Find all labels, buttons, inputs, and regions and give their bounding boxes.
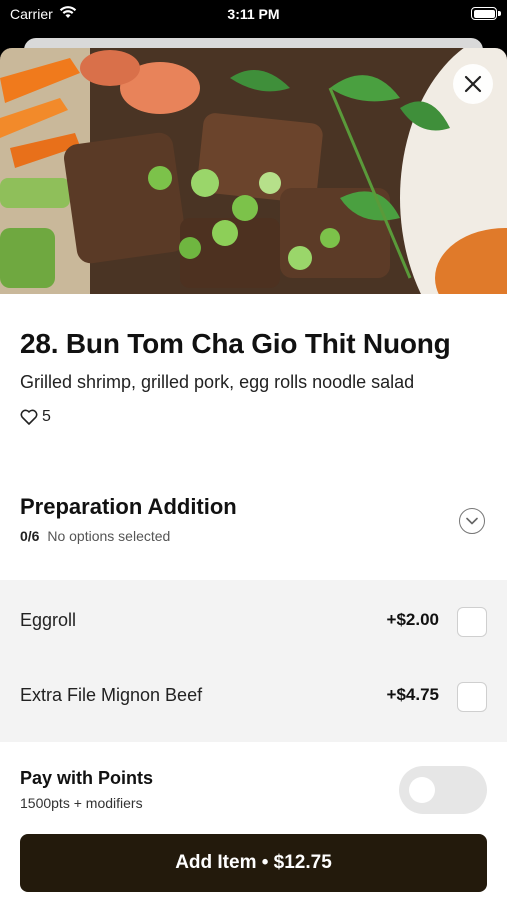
status-bar: Carrier 3:11 PM xyxy=(0,0,507,32)
preparation-title: Preparation Addition xyxy=(20,494,237,519)
status-time: 3:11 PM xyxy=(227,6,280,22)
option-price: +$4.75 xyxy=(386,685,439,704)
pay-with-points-title: Pay with Points xyxy=(20,768,154,788)
close-icon xyxy=(464,75,482,93)
collapse-preparation-button[interactable] xyxy=(459,508,485,534)
toggle-knob xyxy=(409,777,435,803)
option-checkbox[interactable] xyxy=(457,607,487,637)
food-photo-icon xyxy=(0,48,507,294)
preparation-status: 0/6 No options selected xyxy=(20,528,170,544)
option-row-eggroll[interactable]: Eggroll +$2.00 xyxy=(0,586,507,656)
option-name: Eggroll xyxy=(20,610,77,630)
item-detail-sheet: 28. Bun Tom Cha Gio Thit Nuong Grilled s… xyxy=(0,48,507,900)
preparation-status-text: No options selected xyxy=(47,528,171,544)
add-item-button[interactable]: Add Item • $12.75 xyxy=(20,834,487,892)
chevron-down-icon xyxy=(466,517,478,525)
close-button[interactable] xyxy=(453,64,493,104)
option-row-extra-filet-mignon[interactable]: Extra File Mignon Beef +$4.75 xyxy=(0,661,507,731)
option-name: Extra File Mignon Beef xyxy=(20,685,203,705)
item-hero-image xyxy=(0,48,507,294)
pay-with-points-subtitle: 1500pts + modifiers xyxy=(20,795,143,811)
item-title: 28. Bun Tom Cha Gio Thit Nuong xyxy=(20,328,451,359)
item-description: Grilled shrimp, grilled pork, egg rolls … xyxy=(20,372,415,392)
preparation-options-list: Eggroll +$2.00 Extra File Mignon Beef +$… xyxy=(0,580,507,742)
pay-with-points-toggle[interactable] xyxy=(399,766,487,814)
likes-button[interactable]: 5 xyxy=(20,408,51,426)
battery-icon xyxy=(471,7,501,20)
option-checkbox[interactable] xyxy=(457,682,487,712)
heart-icon xyxy=(20,409,38,425)
preparation-count: 0/6 xyxy=(20,528,40,544)
likes-count: 5 xyxy=(42,408,51,425)
option-price: +$2.00 xyxy=(386,610,439,629)
